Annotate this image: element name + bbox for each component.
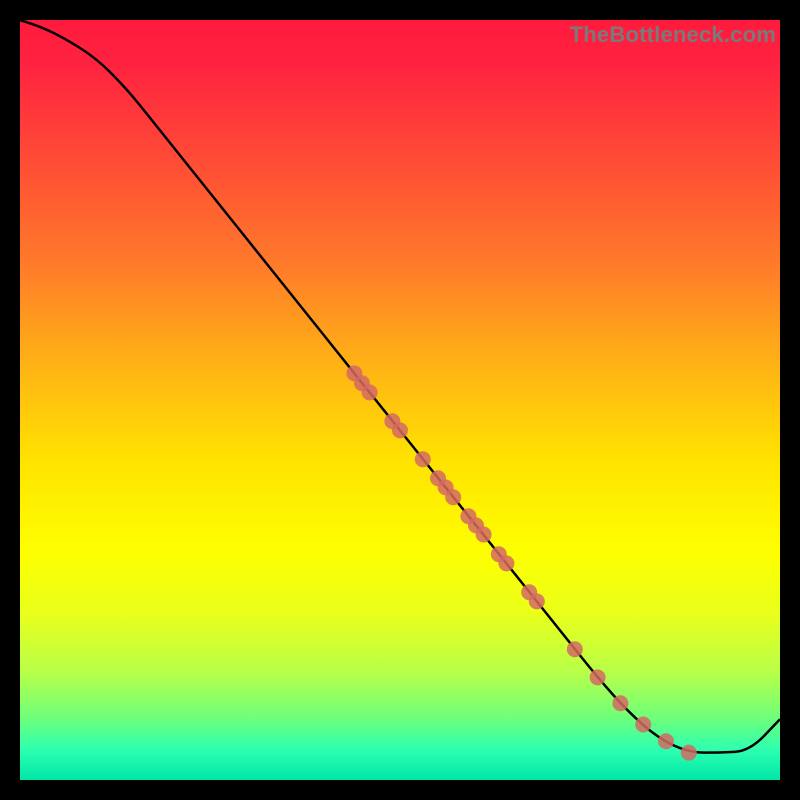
chart-stage: TheBottleneck.com [0, 0, 800, 800]
data-point [445, 489, 461, 505]
data-point [681, 745, 697, 761]
data-point [612, 695, 628, 711]
data-point [415, 451, 431, 467]
data-point [392, 422, 408, 438]
chart-svg [20, 20, 780, 780]
data-point [498, 555, 514, 571]
data-point [658, 733, 674, 749]
data-point [635, 717, 651, 733]
data-point [567, 641, 583, 657]
data-point [476, 527, 492, 543]
data-point [590, 669, 606, 685]
plot-area: TheBottleneck.com [20, 20, 780, 780]
watermark-text: TheBottleneck.com [570, 22, 776, 48]
data-point [529, 593, 545, 609]
gradient-background [20, 20, 780, 780]
data-point [362, 384, 378, 400]
